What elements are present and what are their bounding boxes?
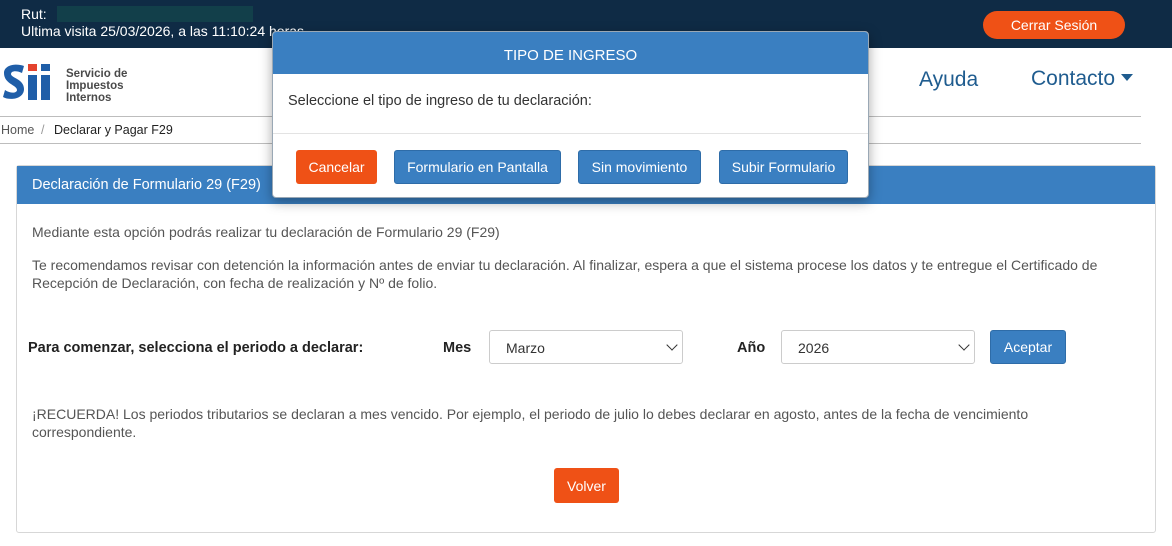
modal-divider [273, 133, 868, 134]
reminder-text: ¡RECUERDA! Los periodos tributarios se d… [32, 406, 1029, 440]
caret-down-icon [1121, 74, 1134, 81]
chevron-down-icon [958, 339, 970, 351]
year-select-value: 2026 [798, 340, 830, 356]
upload-form-button[interactable]: Subir Formulario [719, 150, 848, 184]
back-button[interactable]: Volver [554, 468, 619, 503]
modal-prompt: Seleccione el tipo de ingreso de tu decl… [288, 93, 592, 109]
nav-help-link[interactable]: Ayuda [919, 68, 978, 92]
month-label: Mes [443, 340, 472, 356]
sii-logo-icon[interactable] [2, 57, 62, 107]
modal-title: TIPO DE INGRESO [273, 32, 868, 74]
rut-label: Rut: [21, 6, 47, 22]
nav-contact-label: Contacto [1031, 67, 1116, 90]
logo-text: Servicio de Impuestos Internos [66, 68, 127, 104]
year-select[interactable]: 2026 [781, 330, 975, 364]
logo-line-2: Impuestos [66, 80, 124, 92]
rut-value-redacted [56, 6, 253, 22]
rut-info: Rut: [21, 6, 253, 22]
accept-button[interactable]: Aceptar [990, 330, 1066, 364]
year-label: Año [737, 340, 766, 356]
month-select[interactable]: Marzo [489, 330, 683, 364]
recommendation-text: Te recomendamos revisar con detención la… [32, 257, 1098, 291]
breadcrumb-separator: / [41, 123, 45, 137]
breadcrumb-home-link[interactable]: Home [1, 123, 34, 137]
logo-line-1: Servicio de [66, 68, 128, 80]
nav-contact-dropdown[interactable]: Contacto [1031, 67, 1134, 91]
last-visit-text: Ultima visita 25/03/2026, a las 11:10:24… [21, 23, 305, 39]
entry-type-modal: TIPO DE INGRESO Seleccione el tipo de in… [272, 31, 869, 198]
chevron-down-icon [666, 339, 678, 351]
period-label: Para comenzar, selecciona el periodo a d… [28, 340, 364, 356]
month-select-value: Marzo [506, 340, 545, 356]
screen-form-button[interactable]: Formulario en Pantalla [394, 150, 561, 184]
breadcrumb-current: Declarar y Pagar F29 [54, 123, 173, 137]
logout-button[interactable]: Cerrar Sesión [983, 11, 1125, 39]
intro-text: Mediante esta opción podrás realizar tu … [32, 224, 500, 240]
modal-cancel-button[interactable]: Cancelar [296, 150, 377, 184]
no-movement-button[interactable]: Sin movimiento [578, 150, 701, 184]
f29-panel: Declaración de Formulario 29 (F29) Media… [16, 165, 1156, 533]
logo-line-3: Internos [66, 92, 112, 104]
